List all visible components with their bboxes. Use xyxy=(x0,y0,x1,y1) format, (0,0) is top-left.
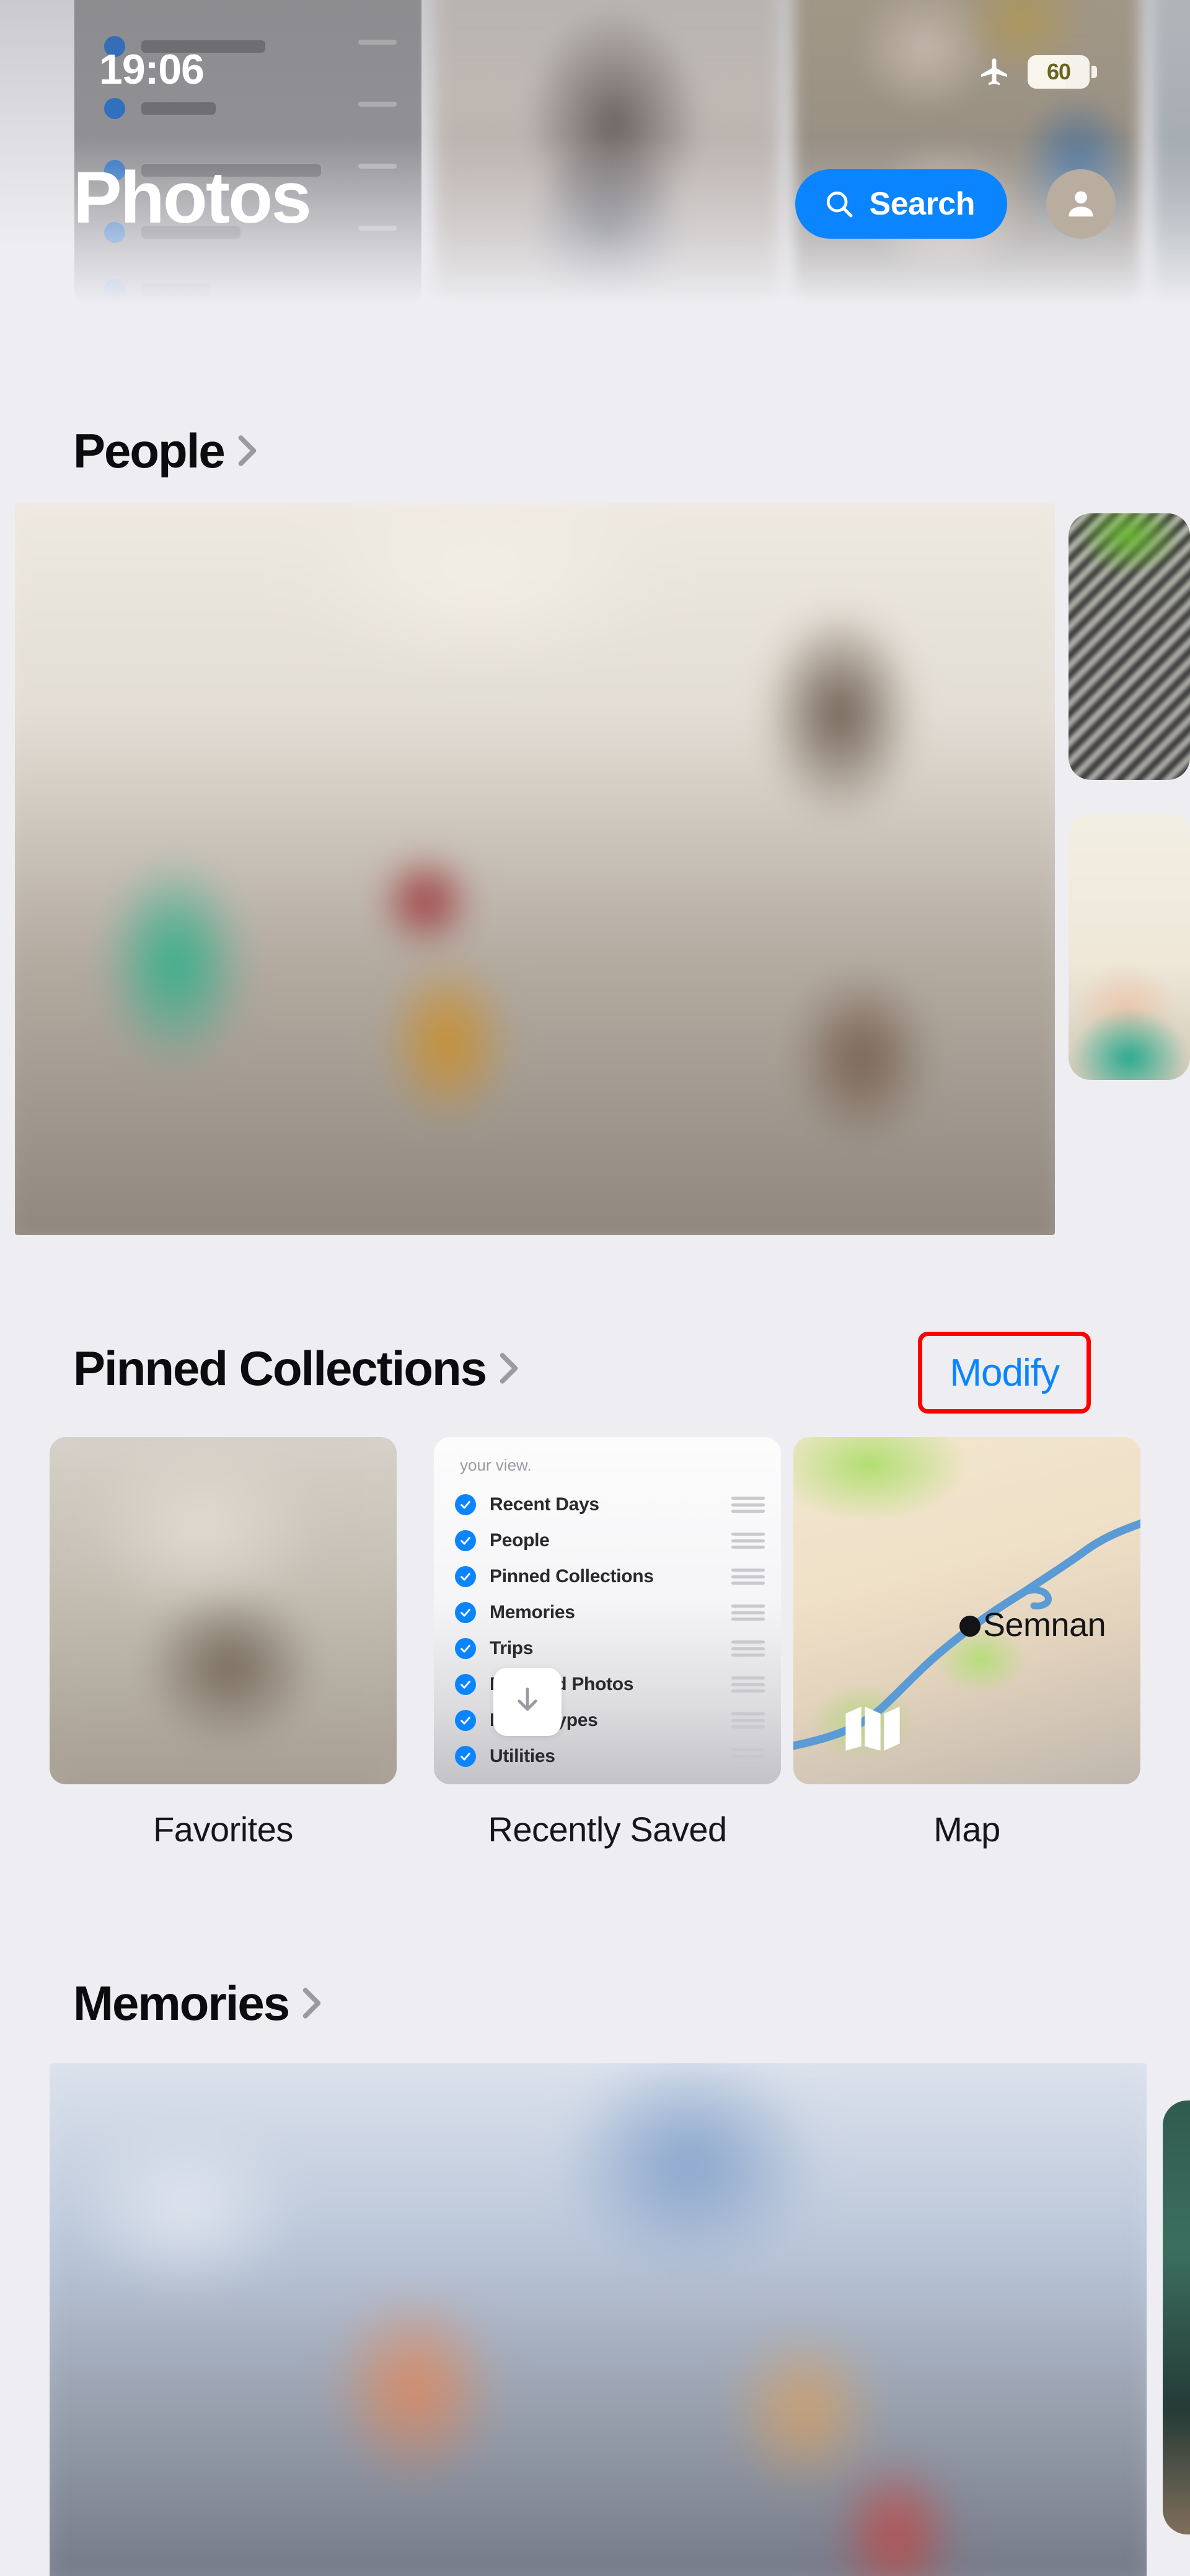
favorites-thumbnail[interactable] xyxy=(50,1437,397,1784)
section-title-memories: Memories xyxy=(73,1976,290,2030)
section-header-pinned-collections[interactable]: Pinned Collections xyxy=(73,1344,519,1392)
battery-percent-label: 60 xyxy=(1046,59,1071,84)
map-thumbnail[interactable]: Semnan xyxy=(793,1437,1140,1784)
status-bar: 19:06 60 xyxy=(0,0,1190,105)
section-header-people[interactable]: People xyxy=(73,427,258,475)
check-icon xyxy=(455,1710,476,1731)
list-item: People xyxy=(455,1523,765,1559)
list-item: Utilities xyxy=(455,1738,765,1774)
list-item: Memories xyxy=(455,1595,765,1631)
memories-photo-row xyxy=(0,2063,1190,2576)
map-pin-icon xyxy=(959,1616,981,1637)
download-icon xyxy=(493,1668,562,1736)
pinned-item-map[interactable]: Semnan Map xyxy=(793,1437,1140,1849)
avatar[interactable] xyxy=(1046,169,1116,239)
pinned-label-recently-saved: Recently Saved xyxy=(488,1810,727,1849)
list-item-label: People xyxy=(490,1530,550,1551)
check-icon xyxy=(455,1746,476,1767)
drag-handle-icon[interactable] xyxy=(731,1712,765,1728)
drag-handle-icon[interactable] xyxy=(731,1497,765,1513)
modify-button-label: Modify xyxy=(950,1351,1060,1394)
people-photo-row xyxy=(15,503,1190,1235)
airplane-mode-icon xyxy=(981,58,1007,86)
check-icon xyxy=(455,1566,476,1587)
drag-handle-icon[interactable] xyxy=(731,1533,765,1549)
page-title: Photos xyxy=(73,157,312,239)
pinned-item-recently-saved[interactable]: your view. Recent Days People Pinned Col… xyxy=(434,1437,781,1849)
check-icon xyxy=(455,1674,476,1695)
list-item-label: Recent Days xyxy=(490,1494,599,1515)
search-icon xyxy=(826,191,853,218)
photos-app-screen: 19:06 60 Photos Search People Pinned Col… xyxy=(0,0,1190,2576)
check-icon xyxy=(455,1530,476,1551)
list-item-label: Utilities xyxy=(490,1746,555,1766)
memories-photo-peek[interactable] xyxy=(1163,2100,1190,2534)
recently-saved-thumbnail[interactable]: your view. Recent Days People Pinned Col… xyxy=(434,1437,781,1784)
people-photo-main[interactable] xyxy=(15,503,1055,1235)
check-icon xyxy=(455,1494,476,1515)
list-item-label: Pinned Collections xyxy=(490,1566,654,1587)
pinned-item-favorites[interactable]: Favorites xyxy=(50,1437,397,1849)
search-button[interactable]: Search xyxy=(795,169,1007,239)
people-photo-peek-1[interactable] xyxy=(1069,513,1190,780)
status-time: 19:06 xyxy=(99,46,205,93)
section-title-people: People xyxy=(73,423,226,478)
chevron-right-icon xyxy=(238,435,257,466)
section-header-memories[interactable]: Memories xyxy=(73,1979,322,2027)
pinned-label-favorites: Favorites xyxy=(153,1810,293,1849)
list-item: Trips xyxy=(455,1631,765,1666)
check-icon xyxy=(455,1638,476,1659)
drag-handle-icon[interactable] xyxy=(731,1748,765,1764)
list-item: Pinned Collections xyxy=(455,1559,765,1595)
section-title-pinned-collections: Pinned Collections xyxy=(73,1341,487,1396)
pinned-label-map: Map xyxy=(933,1810,1000,1849)
drag-handle-icon[interactable] xyxy=(731,1640,765,1657)
chevron-right-icon xyxy=(500,1353,518,1384)
modify-button[interactable]: Modify xyxy=(918,1332,1091,1414)
search-button-label: Search xyxy=(869,186,976,222)
battery-indicator: 60 xyxy=(1028,55,1097,89)
status-indicators: 60 xyxy=(977,55,1097,89)
chevron-right-icon xyxy=(302,1988,321,2019)
drag-handle-icon[interactable] xyxy=(731,1569,765,1585)
list-item: Recent Days xyxy=(455,1487,765,1523)
recently-saved-caption: your view. xyxy=(460,1456,532,1474)
people-photo-peek-2[interactable] xyxy=(1069,813,1190,1080)
list-item-label: Trips xyxy=(490,1638,534,1658)
map-city-label: Semnan xyxy=(983,1606,1106,1644)
person-icon xyxy=(1069,191,1093,217)
pinned-collections-row: Favorites your view. Recent Days People xyxy=(0,1437,1190,1883)
drag-handle-icon[interactable] xyxy=(731,1604,765,1621)
drag-handle-icon[interactable] xyxy=(731,1676,765,1693)
memories-photo-main[interactable] xyxy=(50,2063,1147,2576)
map-icon xyxy=(845,1706,900,1751)
app-header: Photos Search xyxy=(0,157,1190,251)
check-icon xyxy=(455,1602,476,1623)
list-item-label: Memories xyxy=(490,1602,575,1622)
